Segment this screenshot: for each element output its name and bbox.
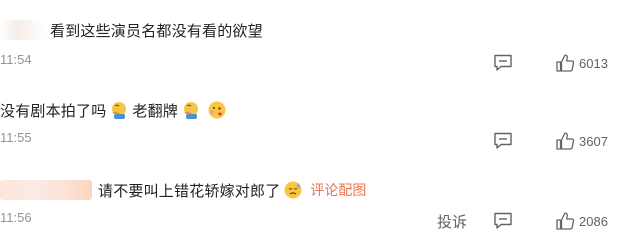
- comment-text: 老翻牌: [132, 102, 179, 120]
- comment-image-link[interactable]: 评论配图: [310, 180, 366, 200]
- reply-icon[interactable]: [493, 132, 513, 150]
- comment-feed: 看到这些演员名都没有看的欲望 11:54 6013 没有剧本拍了吗 老翻牌 11…: [0, 0, 627, 252]
- comment-line: 请不要叫上错花轿嫁对郎了 评论配图: [0, 178, 366, 202]
- comment-item: 没有剧本拍了吗 老翻牌 11:55 3607: [0, 88, 627, 172]
- report-button[interactable]: 投诉: [437, 211, 467, 232]
- like-count: 6013: [579, 55, 608, 71]
- like-count: 3607: [579, 133, 608, 149]
- comment-actions: 投诉 2086: [437, 210, 615, 232]
- like-icon[interactable]: [555, 53, 575, 73]
- comment-text: 请不要叫上错花轿嫁对郎了: [98, 182, 281, 200]
- username-blurred[interactable]: [0, 180, 92, 200]
- like-icon[interactable]: [555, 211, 575, 231]
- like-icon[interactable]: [555, 131, 575, 151]
- reply-icon[interactable]: [493, 54, 513, 72]
- facepalm-emoji-icon: [112, 102, 127, 119]
- comment-actions: 3607: [493, 130, 615, 152]
- comment-time: 11:54: [0, 52, 32, 67]
- comment-actions: 6013: [493, 52, 615, 74]
- comment-item: 看到这些演员名都没有看的欲望 11:54 6013: [0, 0, 627, 84]
- reply-icon[interactable]: [493, 212, 513, 230]
- comment-text: 看到这些演员名都没有看的欲望: [50, 22, 263, 40]
- comment-time: 11:56: [0, 210, 32, 225]
- comment-text: 没有剧本拍了吗: [0, 102, 107, 120]
- comment-line: 没有剧本拍了吗 老翻牌: [0, 98, 230, 122]
- like-count: 2086: [579, 213, 608, 229]
- facepalm-emoji-icon: [184, 102, 199, 119]
- comment-line: 看到这些演员名都没有看的欲望: [0, 18, 263, 42]
- comment-item: 请不要叫上错花轿嫁对郎了 评论配图 11:56 投诉 2086: [0, 172, 627, 252]
- kissing-emoji-icon: [208, 101, 226, 119]
- username-blurred[interactable]: [0, 20, 44, 40]
- sweat-emoji-icon: [284, 181, 302, 199]
- comment-time: 11:55: [0, 130, 32, 145]
